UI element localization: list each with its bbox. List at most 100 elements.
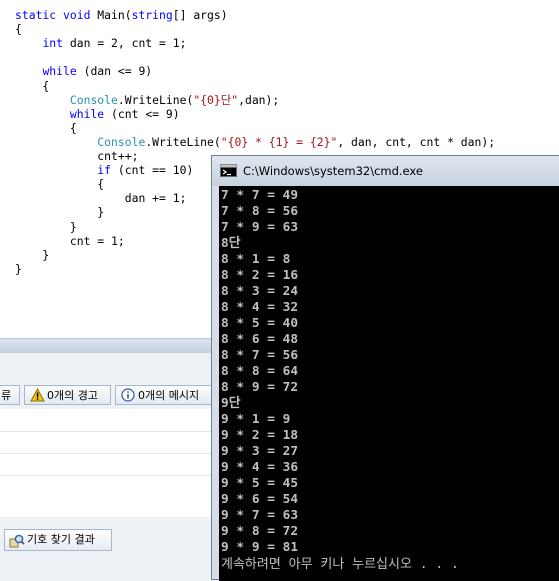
- console-output-line: 7 * 9 = 63: [221, 220, 299, 235]
- code-line: {: [15, 22, 22, 36]
- console-output[interactable]: 7 * 7 = 49 7 * 8 = 56 7 * 9 = 63 8단 8 * …: [219, 186, 559, 581]
- code-token: Console: [69, 92, 118, 107]
- code-token: int: [42, 36, 64, 51]
- code-line: cnt++;: [15, 149, 138, 163]
- console-output-line: 8단: [221, 236, 241, 251]
- code-token: .WriteLine(: [117, 92, 194, 107]
- code-token: (cnt == 10): [111, 163, 194, 178]
- code-token: .WriteLine(: [145, 134, 221, 149]
- errors-filter-label: 류: [1, 389, 12, 402]
- console-output-line: 8 * 8 = 64: [221, 364, 299, 379]
- find-symbol-icon: [9, 534, 25, 548]
- warnings-filter-label: 0개의 경고: [47, 389, 98, 402]
- error-list-grid[interactable]: [0, 409, 220, 517]
- console-output-line: 7 * 7 = 49: [221, 188, 299, 203]
- code-line: }: [15, 262, 22, 276]
- console-output-line: 8 * 2 = 16: [221, 268, 299, 283]
- code-line: {: [15, 121, 77, 135]
- list-row-divider: [0, 475, 220, 476]
- code-line: Console.WriteLine("{0} * {1} = {2}", dan…: [15, 135, 495, 149]
- code-token: {: [15, 22, 22, 37]
- console-output-line: 8 * 7 = 56: [221, 348, 299, 363]
- code-token: ,dan);: [238, 92, 280, 107]
- error-list-toolbar: 류 0개의 경고 0개의 메시지: [0, 381, 225, 407]
- code-token: if: [97, 163, 112, 178]
- console-output-line: 9 * 6 = 54: [221, 492, 299, 507]
- console-output-line: 9 * 5 = 45: [221, 476, 299, 491]
- code-line: while (dan <= 9): [15, 64, 152, 78]
- error-list-panel: 류 0개의 경고 0개의 메시지 기호 찾기 결과: [0, 338, 225, 581]
- info-icon: [121, 388, 135, 402]
- code-token: }: [15, 261, 22, 276]
- console-output-line: 8 * 3 = 24: [221, 284, 299, 299]
- console-output-line: 8 * 9 = 72: [221, 380, 299, 395]
- code-token: "{0}단": [193, 92, 239, 107]
- code-line: while (cnt <= 9): [15, 107, 180, 121]
- code-line: int dan = 2, cnt = 1;: [15, 36, 186, 50]
- code-token: static void: [15, 8, 91, 22]
- code-token: (cnt <= 9): [104, 106, 180, 121]
- warning-icon: [30, 388, 45, 402]
- code-line: {: [15, 177, 104, 191]
- console-output-line: 9 * 1 = 9: [221, 412, 291, 427]
- list-row-divider: [0, 453, 220, 454]
- cmd-icon: [220, 164, 237, 177]
- code-line: }: [15, 220, 77, 234]
- console-output-line: 9 * 4 = 36: [221, 460, 299, 475]
- code-token: }: [15, 247, 50, 262]
- console-window[interactable]: C:\Windows\system32\cmd.exe 7 * 7 = 49 7…: [211, 155, 559, 581]
- code-token: }: [15, 219, 77, 234]
- console-output-line: 8 * 1 = 8: [221, 252, 291, 267]
- code-line: if (cnt == 10): [15, 163, 193, 177]
- console-output-line: 9 * 3 = 27: [221, 444, 299, 459]
- console-output-line: 9 * 8 = 72: [221, 524, 299, 539]
- console-prompt-line: 계속하려면 아무 키나 누르십시오 . . .: [221, 557, 459, 572]
- code-line: Console.WriteLine("{0}단",dan);: [15, 93, 279, 107]
- code-token: Console: [97, 134, 146, 149]
- code-token: {: [15, 120, 77, 135]
- code-line: }: [15, 205, 104, 219]
- code-line: static void Main(string[] args): [15, 8, 228, 22]
- console-title: C:\Windows\system32\cmd.exe: [243, 164, 423, 178]
- console-output-line: 9단: [221, 396, 241, 411]
- code-line: }: [15, 248, 49, 262]
- code-line: {: [15, 79, 49, 93]
- code-token: [] args): [172, 8, 228, 22]
- code-token: }: [15, 205, 105, 220]
- errors-filter-button[interactable]: 류: [0, 385, 20, 405]
- code-token: string: [131, 8, 173, 22]
- tab-find-symbol-label: 기호 찾기 결과: [27, 533, 95, 546]
- code-token: {: [15, 78, 50, 93]
- code-token: cnt = 1;: [15, 233, 125, 248]
- code-token: cnt++;: [15, 149, 139, 163]
- panel-title-bar: [0, 339, 220, 353]
- code-token: (dan <= 9): [76, 64, 153, 79]
- panel-tab-strip: 기호 찾기 결과: [0, 517, 220, 581]
- code-token: Main(: [90, 8, 132, 22]
- console-output-line: 9 * 2 = 18: [221, 428, 299, 443]
- code-token: , dan, cnt, cnt * dan);: [337, 134, 496, 149]
- console-title-bar[interactable]: C:\Windows\system32\cmd.exe: [212, 156, 559, 186]
- code-token: while: [69, 106, 105, 121]
- messages-filter-label: 0개의 메시지: [138, 389, 200, 402]
- console-output-line: 9 * 9 = 81: [221, 540, 299, 555]
- console-output-line: 7 * 8 = 56: [221, 204, 299, 219]
- console-output-line: 8 * 6 = 48: [221, 332, 299, 347]
- console-output-line: 9 * 7 = 63: [221, 508, 299, 523]
- code-line: dan += 1;: [15, 191, 187, 206]
- messages-filter-button[interactable]: 0개의 메시지: [115, 385, 225, 405]
- code-token: dan = 2, cnt = 1;: [63, 36, 187, 51]
- code-token: "{0} * {1} = {2}": [220, 134, 338, 149]
- code-token: dan += 1;: [15, 191, 187, 206]
- code-token: while: [42, 64, 77, 79]
- warnings-filter-button[interactable]: 0개의 경고: [24, 385, 111, 405]
- console-output-line: 8 * 5 = 40: [221, 316, 299, 331]
- code-line: cnt = 1;: [15, 234, 125, 248]
- tab-find-symbol-results[interactable]: 기호 찾기 결과: [4, 529, 112, 551]
